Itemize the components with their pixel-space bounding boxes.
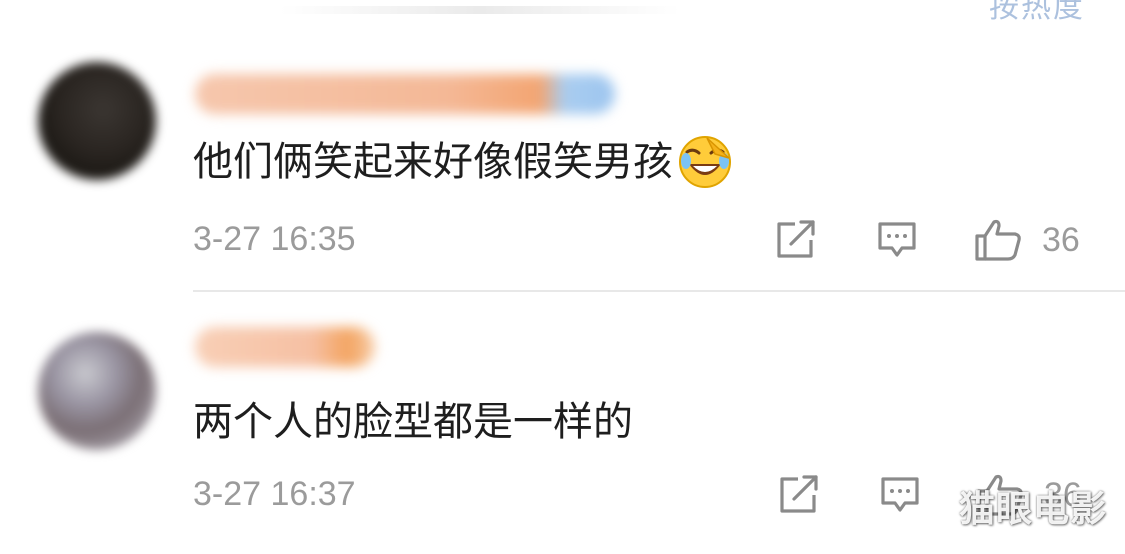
comment-item: 他们俩笑起来好像假笑男孩 3-27 16:35 36 <box>0 0 1125 292</box>
reply-button[interactable] <box>879 475 921 515</box>
comment-text-content: 两个人的脸型都是一样的 <box>193 399 633 445</box>
comment-timestamp: 3-27 16:35 <box>193 220 356 258</box>
comment-icon <box>878 222 916 257</box>
reply-button[interactable] <box>876 220 918 260</box>
like-button[interactable]: 36 <box>974 218 1080 262</box>
laughing-crying-emoji-icon <box>677 134 733 190</box>
comment-icon <box>881 477 919 512</box>
watermark-text: 猫眼电影 <box>958 489 1107 530</box>
share-icon <box>780 475 818 513</box>
share-button[interactable] <box>775 220 817 260</box>
thumbs-up-icon <box>975 219 1021 261</box>
like-count: 36 <box>1042 220 1080 259</box>
comment-item: 两个人的脸型都是一样的 3-27 16:37 36 <box>0 292 1125 554</box>
avatar[interactable] <box>38 62 156 180</box>
username-redacted[interactable] <box>195 327 375 367</box>
share-button[interactable] <box>778 475 820 515</box>
comment-timestamp: 3-27 16:37 <box>193 475 356 513</box>
comment-text: 两个人的脸型都是一样的 <box>193 394 633 450</box>
comment-list-screen: 按热度 他们俩笑起来好像假笑男孩 3-27 16:35 36 两个人的脸型都是一… <box>0 0 1125 554</box>
comment-text-content: 他们俩笑起来好像假笑男孩 <box>193 139 673 185</box>
username-redacted[interactable] <box>195 74 615 114</box>
share-icon <box>777 220 815 258</box>
avatar[interactable] <box>38 332 156 450</box>
comment-text: 他们俩笑起来好像假笑男孩 <box>193 134 733 190</box>
